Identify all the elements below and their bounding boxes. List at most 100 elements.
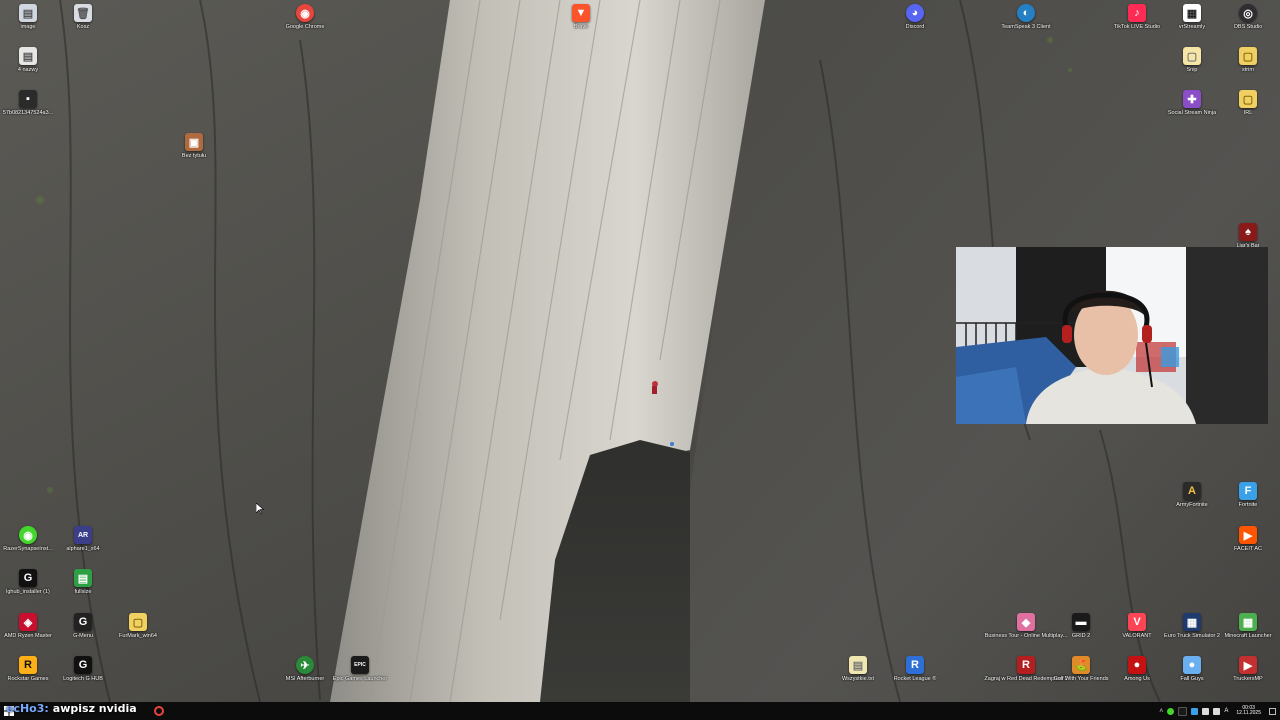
- rocket-league-icon: R: [906, 656, 924, 674]
- desktop-icon-fullsize[interactable]: ▤ fullsize: [55, 569, 111, 595]
- desktop-icon-label: Snip: [1186, 67, 1198, 73]
- desktop-icon-label: Among Us: [1124, 676, 1150, 682]
- desktop-icon-wszystkie-txt[interactable]: ▤ Wszystkie.txt: [830, 656, 886, 682]
- amd-ryzen-icon: ◈: [19, 613, 37, 631]
- desktop-icon-alphare[interactable]: AR alphare1_x64: [55, 526, 111, 552]
- desktop-icon-label: Rockstar Games: [7, 676, 49, 682]
- ets2-icon: ▦: [1183, 613, 1201, 631]
- desktop-icon-red-dead-redemption-2[interactable]: R Zagraj w Red Dead Redemption 2: [984, 656, 1068, 682]
- rockstar-icon: R: [19, 656, 37, 674]
- minecraft-icon: ▦: [1239, 613, 1257, 631]
- logitech-g-icon: G: [19, 569, 37, 587]
- desktop-icon-faceit-ac[interactable]: ▶ FACEIT AC: [1220, 526, 1276, 552]
- desktop-icon-msi-afterburner[interactable]: ✈ MSI Afterburner: [277, 656, 333, 682]
- recycle-bin-icon: 🗑: [74, 4, 92, 22]
- epic-games-icon: EPIC: [351, 656, 369, 674]
- desktop-icon-label: 4 nazwy: [17, 67, 39, 73]
- desktop-icon-google-chrome[interactable]: ◉ Google Chrome: [277, 4, 333, 30]
- spreadsheet-icon: ▤: [74, 569, 92, 587]
- desktop-icon-g-menu[interactable]: G G-Menu: [55, 613, 111, 639]
- faceit-icon: ▶: [1239, 526, 1257, 544]
- desktop-icon-truckersmp[interactable]: ▶ TruckersMP: [1220, 656, 1276, 682]
- desktop-icon-obs-studio[interactable]: ◎ OBS Studio: [1220, 4, 1276, 30]
- desktop-icon-valorant[interactable]: V VALORANT: [1109, 613, 1165, 639]
- desktop-icon-label: VALORANT: [1122, 633, 1152, 639]
- desktop-icon-amd-ryzen-master[interactable]: ◈ AMD Ryzen Master: [0, 613, 56, 639]
- desktop-icon-liars-bar[interactable]: ♠ Liar's Bar: [1220, 223, 1276, 249]
- desktop-icon-label: fullsize: [74, 589, 92, 595]
- desktop-icon-label: Fall Guys: [1180, 676, 1204, 682]
- tray-app-icon[interactable]: [1178, 706, 1188, 716]
- desktop-icon-fortnite[interactable]: F Fortnite: [1220, 482, 1276, 508]
- desktop-icon-hash-file[interactable]: ▪ 57b0821347524a3...: [0, 90, 56, 116]
- chat-message: awpisz nvidia: [52, 701, 137, 715]
- folder-icon: ▢: [1239, 90, 1257, 108]
- desktop-icon-epic-games-launcher[interactable]: EPIC Epic Games Launcher: [332, 656, 388, 682]
- desktop-icon-golf-with-your-friends[interactable]: ⛳ Golf With Your Friends: [1053, 656, 1109, 682]
- desktop-icon-snip[interactable]: ▢ Snip: [1164, 47, 1220, 73]
- desktop-icon-rocket-league[interactable]: R Rocket League ®: [887, 656, 943, 682]
- valorant-icon: V: [1128, 613, 1146, 631]
- obs-icon: ◎: [1239, 4, 1257, 22]
- fall-guys-icon: ●: [1183, 656, 1201, 674]
- desktop-icon-teamspeak[interactable]: ◐ TeamSpeak 3 Client: [998, 4, 1054, 30]
- desktop-icon-strim[interactable]: ▢ strim: [1220, 47, 1276, 73]
- razer-tray-icon[interactable]: [1167, 707, 1175, 715]
- desktop-icon-grid-2[interactable]: ▬ GRID 2: [1053, 613, 1109, 639]
- grid-2-icon: ▬: [1072, 613, 1090, 631]
- desktop-icon-logitech-g-hub[interactable]: G Logitech G HUB: [55, 656, 111, 682]
- social-stream-ninja-icon: ✚: [1183, 90, 1201, 108]
- desktop-icon-social-stream-ninja[interactable]: ✚ Social Stream Ninja: [1164, 90, 1220, 116]
- system-tray: ˄ A 00:03 12.11.2025: [1159, 702, 1280, 720]
- desktop-icon-irl[interactable]: ▢ IRL: [1220, 90, 1276, 116]
- desktop-icon-label: TikTok LIVE Studio: [1113, 24, 1161, 30]
- desktop-icon-label: TeamSpeak 3 Client: [1001, 24, 1051, 30]
- razer-icon: ◉: [19, 526, 37, 544]
- armyfortnite-icon: A: [1183, 482, 1201, 500]
- desktop-icon-label: lghub_installer (1): [6, 589, 50, 595]
- desktop-icon-discord[interactable]: ◕ Discord: [887, 4, 943, 30]
- desktop-icon-bez-tytulu[interactable]: ▣ Bez tytułu: [166, 133, 222, 159]
- desktop-icon-tiktok-live-studio[interactable]: ♪ TikTok LIVE Studio: [1109, 4, 1165, 30]
- desktop-icon-label: GRID 2: [1071, 633, 1091, 639]
- desktop-icon-razer-synapse[interactable]: ◉ RazerSynapseInst...: [0, 526, 56, 552]
- desktop-icon-brave[interactable]: ▼ Brave: [553, 4, 609, 30]
- desktop-icon-label: Fortnite: [1238, 502, 1258, 508]
- afterburner-icon: ✈: [296, 656, 314, 674]
- desktop-icon-armyfortnite[interactable]: A ArmyFortnite: [1164, 482, 1220, 508]
- desktop-icon-vrstreamly[interactable]: ▦ vrStreamly: [1164, 4, 1220, 30]
- desktop-icon-label: Logitech G HUB: [63, 676, 103, 682]
- vrstreamly-icon: ▦: [1183, 4, 1201, 22]
- fortnite-icon: F: [1239, 482, 1257, 500]
- image-file-icon: ▣: [185, 133, 203, 151]
- desktop-icon-label: image: [20, 24, 36, 30]
- desktop-icon-business-tour[interactable]: ◆ Business Tour - Online Multiplay...: [985, 613, 1067, 639]
- chevron-up-icon[interactable]: ˄: [1159, 708, 1163, 715]
- volume-icon[interactable]: [1213, 707, 1221, 715]
- desktop-icon-label: Minecraft Launcher: [1224, 633, 1272, 639]
- desktop-icon-lghub-installer[interactable]: G lghub_installer (1): [0, 569, 56, 595]
- desktop-icon-recycle-bin[interactable]: 🗑 Kosz: [55, 4, 111, 30]
- taskbar-app-icon[interactable]: [154, 706, 164, 716]
- desktop-icon-label: Bez tytułu: [181, 153, 207, 159]
- tray-app-icon[interactable]: [1191, 707, 1199, 715]
- desktop-icon-rockstar-games[interactable]: R Rockstar Games: [0, 656, 56, 682]
- webcam-overlay: [956, 247, 1268, 424]
- stream-chat-overlay: ecHo3: awpisz nvidia: [6, 700, 137, 716]
- desktop-icon-furmark[interactable]: ▢ FurMark_win64: [110, 613, 166, 639]
- desktop-icon-4-nazwy[interactable]: ▤ 4 nazwy: [0, 47, 56, 73]
- notifications-icon[interactable]: [1269, 707, 1276, 715]
- logitech-g-icon: G: [74, 656, 92, 674]
- desktop-icon-image[interactable]: ▤ image: [0, 4, 56, 30]
- desktop-icon-euro-truck-simulator-2[interactable]: ▦ Euro Truck Simulator 2: [1164, 613, 1220, 639]
- image-file-icon: ▤: [19, 4, 37, 22]
- desktop-icon-fall-guys[interactable]: ● Fall Guys: [1164, 656, 1220, 682]
- chat-username: ecHo3:: [6, 701, 49, 715]
- taskbar-clock[interactable]: 00:03 12.11.2025: [1236, 705, 1261, 717]
- file-icon: ▪: [19, 90, 37, 108]
- desktop-icon-minecraft-launcher[interactable]: ▦ Minecraft Launcher: [1220, 613, 1276, 639]
- alphare-icon: AR: [74, 526, 92, 544]
- network-icon[interactable]: [1202, 707, 1210, 715]
- language-icon[interactable]: A: [1224, 708, 1228, 714]
- desktop-icon-among-us[interactable]: ● Among Us: [1109, 656, 1165, 682]
